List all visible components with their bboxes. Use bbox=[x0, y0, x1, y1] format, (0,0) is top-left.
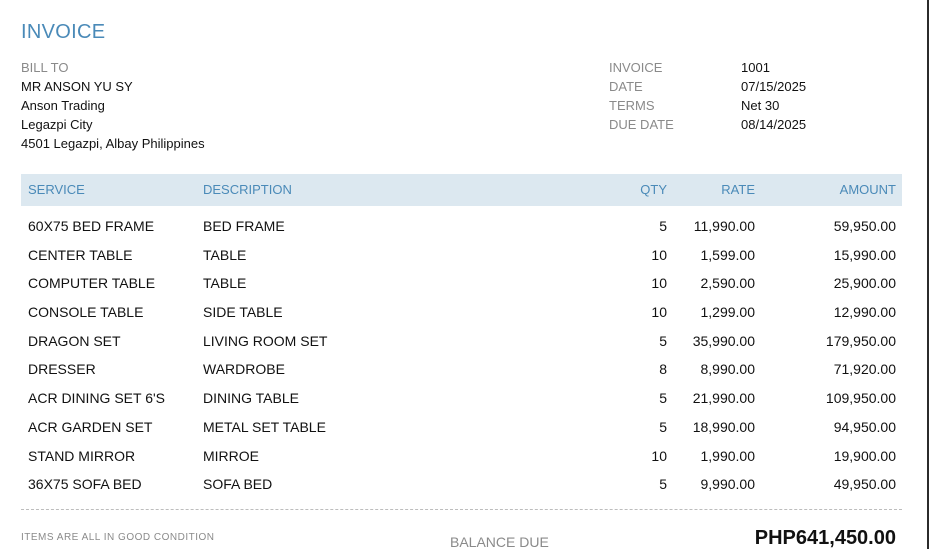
cell-description: METAL SET TABLE bbox=[203, 418, 326, 435]
meta-row-date: DATE 07/15/2025 bbox=[609, 77, 806, 96]
table-row: STAND MIRROR MIRROE 10 1,990.00 19,900.0… bbox=[21, 441, 902, 470]
balance-due-value: PHP641,450.00 bbox=[754, 527, 896, 549]
cell-amount: 94,950.00 bbox=[833, 418, 896, 435]
cell-description: TABLE bbox=[203, 246, 247, 263]
invoice-title: INVOICE bbox=[21, 21, 106, 43]
cell-service: CENTER TABLE bbox=[28, 246, 133, 263]
cell-description: TABLE bbox=[203, 275, 247, 292]
cell-rate: 21,990.00 bbox=[692, 390, 755, 407]
table-row: CENTER TABLE TABLE 10 1,599.00 15,990.00 bbox=[21, 240, 902, 269]
cell-qty: 10 bbox=[651, 246, 667, 263]
bill-to-section: BILL TO MR ANSON YU SY Anson Trading Leg… bbox=[21, 58, 205, 153]
header-rate: RATE bbox=[721, 182, 755, 197]
cell-service: DRESSER bbox=[28, 361, 96, 378]
cell-amount: 179,950.00 bbox=[825, 332, 896, 349]
cell-rate: 18,990.00 bbox=[692, 418, 755, 435]
cell-service: 36X75 SOFA BED bbox=[28, 476, 142, 493]
table-row: 60X75 BED FRAME BED FRAME 5 11,990.00 59… bbox=[21, 211, 902, 240]
cell-amount: 15,990.00 bbox=[833, 246, 896, 263]
cell-rate: 35,990.00 bbox=[692, 332, 755, 349]
cell-rate: 11,990.00 bbox=[693, 218, 755, 234]
cell-amount: 71,920.00 bbox=[833, 361, 896, 378]
totals-divider bbox=[21, 509, 902, 510]
table-row: COMPUTER TABLE TABLE 10 2,590.00 25,900.… bbox=[21, 268, 902, 297]
cell-rate: 1,990.00 bbox=[700, 447, 756, 464]
page-edge-divider bbox=[927, 0, 929, 549]
cell-description: SOFA BED bbox=[203, 476, 273, 493]
table-row: 36X75 SOFA BED SOFA BED 5 9,990.00 49,95… bbox=[21, 469, 902, 498]
line-items: 60X75 BED FRAME BED FRAME 5 11,990.00 59… bbox=[21, 211, 902, 498]
table-header: SERVICE DESCRIPTION QTY RATE AMOUNT bbox=[21, 174, 902, 206]
meta-label: DUE DATE bbox=[609, 117, 674, 132]
header-amount: AMOUNT bbox=[839, 182, 896, 197]
cell-amount: 19,900.00 bbox=[833, 447, 896, 464]
bill-to-address: 4501 Legazpi, Albay Philippines bbox=[21, 136, 205, 151]
table-row: DRESSER WARDROBE 8 8,990.00 71,920.00 bbox=[21, 354, 902, 383]
header-service: SERVICE bbox=[28, 182, 85, 197]
cell-qty: 5 bbox=[659, 418, 667, 435]
cell-service: STAND MIRROR bbox=[28, 447, 136, 464]
cell-description: DINING TABLE bbox=[203, 390, 299, 407]
cell-description: BED FRAME bbox=[203, 218, 285, 234]
cell-description: WARDROBE bbox=[203, 361, 285, 378]
cell-qty: 5 bbox=[659, 390, 667, 407]
meta-label: DATE bbox=[609, 79, 643, 94]
cell-qty: 5 bbox=[659, 218, 667, 234]
bill-to-name: MR ANSON YU SY bbox=[21, 79, 133, 94]
table-row: ACR DINING SET 6'S DINING TABLE 5 21,990… bbox=[21, 383, 902, 412]
cell-qty: 5 bbox=[659, 476, 667, 493]
bill-to-company: Anson Trading bbox=[21, 98, 105, 113]
cell-rate: 1,599.00 bbox=[700, 246, 756, 263]
cell-qty: 5 bbox=[659, 332, 667, 349]
meta-label: TERMS bbox=[609, 98, 655, 113]
meta-value: 1001 bbox=[741, 60, 770, 75]
cell-rate: 1,299.00 bbox=[700, 304, 756, 321]
cell-rate: 2,590.00 bbox=[700, 275, 756, 292]
cell-description: LIVING ROOM SET bbox=[203, 332, 328, 349]
meta-row-due-date: DUE DATE 08/14/2025 bbox=[609, 115, 806, 134]
cell-service: ACR GARDEN SET bbox=[28, 418, 153, 435]
cell-amount: 109,950.00 bbox=[825, 390, 896, 407]
cell-service: ACR DINING SET 6'S bbox=[28, 390, 165, 407]
cell-service: CONSOLE TABLE bbox=[28, 304, 144, 321]
cell-qty: 10 bbox=[651, 304, 667, 321]
invoice-meta: INVOICE 1001 DATE 07/15/2025 TERMS Net 3… bbox=[609, 58, 806, 134]
cell-description: SIDE TABLE bbox=[203, 304, 283, 321]
table-row: CONSOLE TABLE SIDE TABLE 10 1,299.00 12,… bbox=[21, 297, 902, 326]
cell-qty: 10 bbox=[651, 447, 667, 464]
bill-to-city: Legazpi City bbox=[21, 117, 93, 132]
cell-qty: 10 bbox=[651, 275, 667, 292]
meta-value: Net 30 bbox=[741, 98, 780, 113]
bill-to-label: BILL TO bbox=[21, 60, 69, 75]
cell-rate: 9,990.00 bbox=[700, 476, 756, 493]
cell-amount: 49,950.00 bbox=[833, 476, 896, 493]
table-row: ACR GARDEN SET METAL SET TABLE 5 18,990.… bbox=[21, 412, 902, 441]
balance-due-label: BALANCE DUE bbox=[450, 534, 549, 549]
cell-amount: 12,990.00 bbox=[833, 304, 896, 321]
cell-service: 60X75 BED FRAME bbox=[28, 218, 155, 234]
meta-value: 08/14/2025 bbox=[741, 117, 807, 132]
cell-service: DRAGON SET bbox=[28, 332, 121, 349]
cell-rate: 8,990.00 bbox=[700, 361, 756, 378]
footer-note: ITEMS ARE ALL IN GOOD CONDITION bbox=[21, 532, 215, 543]
meta-value: 07/15/2025 bbox=[741, 79, 807, 94]
cell-description: MIRROE bbox=[203, 447, 259, 464]
header-qty: QTY bbox=[640, 182, 667, 197]
meta-row-invoice: INVOICE 1001 bbox=[609, 58, 806, 77]
header-description: DESCRIPTION bbox=[203, 182, 292, 197]
cell-amount: 25,900.00 bbox=[833, 275, 896, 292]
cell-amount: 59,950.00 bbox=[833, 218, 896, 234]
cell-service: COMPUTER TABLE bbox=[28, 275, 156, 292]
table-row: DRAGON SET LIVING ROOM SET 5 35,990.00 1… bbox=[21, 326, 902, 355]
cell-qty: 8 bbox=[659, 361, 667, 378]
meta-label: INVOICE bbox=[609, 60, 663, 75]
meta-row-terms: TERMS Net 30 bbox=[609, 96, 806, 115]
